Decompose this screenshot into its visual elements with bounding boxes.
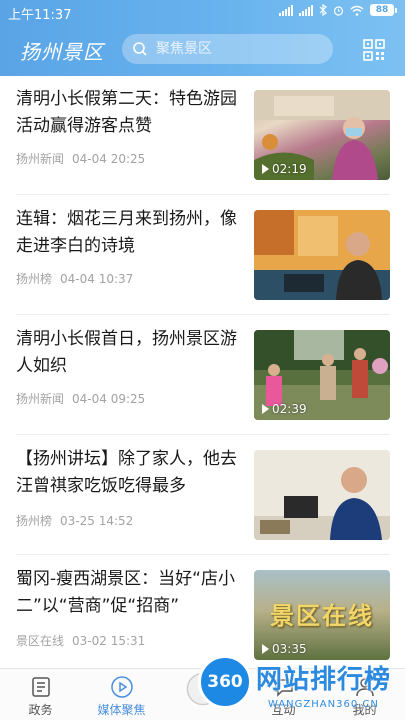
- battery-level: 88: [370, 4, 394, 16]
- news-meta: 扬州榜 04-04 10:37: [16, 270, 133, 287]
- tab-media[interactable]: 媒体聚焦: [81, 669, 162, 720]
- thumbnail-caption: 景区在线: [270, 602, 374, 630]
- alarm-icon: [333, 5, 344, 16]
- play-icon: [262, 404, 269, 414]
- divider: [16, 434, 389, 435]
- news-meta: 景区在线 03-02 15:31: [16, 632, 145, 649]
- wifi-icon: [350, 5, 364, 16]
- tab-label: 媒体聚焦: [97, 703, 146, 717]
- news-item[interactable]: 清明小长假第二天：特色游园活动赢得游客点赞 扬州新闻 04-04 20:25 02…: [0, 76, 405, 194]
- news-source: 景区在线: [16, 634, 65, 648]
- news-meta: 扬州新闻 04-04 09:25: [16, 390, 145, 407]
- news-source: 扬州新闻: [16, 152, 65, 166]
- search-icon: [133, 42, 147, 56]
- news-date: 03-25 14:52: [60, 514, 134, 528]
- news-item[interactable]: 蜀冈-瘦西湖景区：当好“店小二”以“营商”促“招商” 景区在线 03-02 15:…: [0, 556, 405, 668]
- status-time: 上午11:37: [8, 8, 72, 23]
- play-icon: [262, 644, 269, 654]
- news-date: 04-04 10:37: [60, 272, 134, 286]
- news-title: 清明小长假第二天：特色游园活动赢得游客点赞: [16, 89, 237, 136]
- status-icons: 88: [279, 4, 397, 16]
- watermark-url: WANGZHAN360.CN: [268, 699, 379, 710]
- news-meta: 扬州榜 03-25 14:52: [16, 512, 133, 529]
- news-thumbnail[interactable]: [254, 210, 390, 300]
- app-logo[interactable]: 扬州景区: [20, 36, 104, 65]
- video-duration: 02:39: [262, 402, 307, 416]
- signal-icon-2: [299, 4, 313, 16]
- news-item[interactable]: 清明小长假首日，扬州景区游人如织 扬州新闻 04-04 09:25 02:39: [0, 316, 405, 434]
- news-list: 清明小长假第二天：特色游园活动赢得游客点赞 扬州新闻 04-04 20:25 02…: [0, 76, 405, 668]
- news-date: 03-02 15:31: [72, 634, 146, 648]
- thumbnail-image: [254, 210, 390, 300]
- news-thumbnail[interactable]: [254, 450, 390, 540]
- video-duration: 03:35: [262, 642, 307, 656]
- thumbnail-image: [254, 450, 390, 540]
- video-duration: 02:19: [262, 162, 307, 176]
- news-title: 【扬州讲坛】除了家人，他去汪曾祺家吃饭吃得最多: [16, 449, 237, 496]
- news-thumbnail[interactable]: 景区在线 03:35: [254, 570, 390, 660]
- news-date: 04-04 09:25: [72, 392, 146, 406]
- news-item[interactable]: 【扬州讲坛】除了家人，他去汪曾祺家吃饭吃得最多 扬州榜 03-25 14:52: [0, 436, 405, 554]
- signal-icon: [279, 4, 293, 16]
- search-input[interactable]: [156, 41, 316, 57]
- news-source: 扬州榜: [16, 272, 53, 286]
- news-title: 蜀冈-瘦西湖景区：当好“店小二”以“营商”促“招商”: [16, 569, 235, 616]
- watermark-text: 网站排行榜: [256, 665, 392, 695]
- play-circle-icon: [110, 676, 133, 698]
- app-header: 上午11:37 88 扬州景区: [0, 0, 405, 76]
- news-title: 连辑：烟花三月来到扬州，像走进李白的诗境: [16, 209, 237, 256]
- tab-gov[interactable]: 政务: [0, 669, 81, 720]
- news-item[interactable]: 连辑：烟花三月来到扬州，像走进李白的诗境 扬州榜 04-04 10:37: [0, 196, 405, 314]
- news-source: 扬州榜: [16, 514, 53, 528]
- news-meta: 扬州新闻 04-04 20:25: [16, 150, 145, 167]
- news-thumbnail[interactable]: 02:19: [254, 90, 390, 180]
- news-title: 清明小长假首日，扬州景区游人如织: [16, 329, 237, 376]
- divider: [16, 554, 389, 555]
- news-date: 04-04 20:25: [72, 152, 146, 166]
- divider: [16, 194, 389, 195]
- bluetooth-icon: [319, 4, 327, 16]
- news-source: 扬州新闻: [16, 392, 65, 406]
- battery-icon: 88: [370, 4, 397, 16]
- tab-label: 政务: [28, 703, 53, 717]
- watermark: 360 网站排行榜 WANGZHAN360.CN: [198, 655, 403, 718]
- watermark-badge: 360: [198, 655, 252, 709]
- search-bar[interactable]: [122, 34, 333, 64]
- divider: [16, 314, 389, 315]
- document-icon: [31, 677, 50, 697]
- qr-scan-icon[interactable]: [363, 39, 385, 61]
- news-thumbnail[interactable]: 02:39: [254, 330, 390, 420]
- play-icon: [262, 164, 269, 174]
- status-bar: 上午11:37 88: [0, 0, 405, 24]
